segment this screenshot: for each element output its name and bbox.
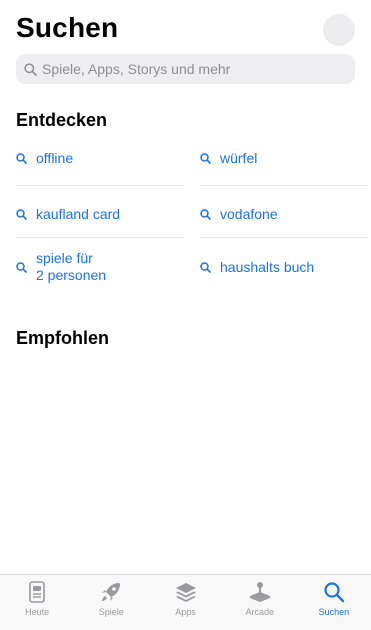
search-field[interactable]	[16, 54, 355, 84]
discover-heading: Entdecken	[16, 110, 108, 130]
tab-games[interactable]: Spiele	[74, 575, 148, 630]
tab-arcade[interactable]: Arcade	[223, 575, 297, 630]
search-input[interactable]	[42, 61, 355, 77]
tab-today[interactable]: Heute	[0, 575, 74, 630]
avatar[interactable]	[323, 14, 355, 46]
search-icon	[24, 62, 37, 76]
suggestion-item[interactable]: würfel	[200, 150, 368, 167]
search-icon	[16, 209, 27, 220]
suggestion-item[interactable]: spiele für 2 personen	[16, 250, 184, 284]
tab-label: Suchen	[318, 607, 350, 617]
tab-label: Spiele	[98, 607, 124, 617]
tab-label: Heute	[25, 607, 50, 617]
suggestion-label: spiele für 2 personen	[36, 250, 107, 283]
divider	[200, 185, 368, 186]
suggestion-label: vodafone	[220, 206, 278, 222]
suggestion-item[interactable]: vodafone	[200, 206, 368, 223]
recommended-heading: Empfohlen	[16, 328, 109, 348]
app-store-search-screen: Suchen Entdecken offline würfel kaufland…	[0, 0, 371, 630]
search-icon	[324, 582, 345, 603]
search-icon	[200, 209, 211, 220]
suggestion-item[interactable]: haushalts buch	[200, 259, 368, 276]
divider	[16, 185, 184, 186]
suggestion-label: würfel	[220, 150, 258, 166]
tab-bar: Heute Spiele Apps Arcade Suchen	[0, 574, 371, 630]
search-icon	[200, 262, 211, 273]
divider	[16, 237, 184, 238]
divider	[200, 237, 368, 238]
rocket-icon	[102, 583, 121, 601]
suggestion-label: kaufland card	[36, 206, 121, 222]
search-icon	[16, 261, 27, 273]
suggestion-item[interactable]: offline	[16, 150, 184, 167]
joystick-icon	[249, 582, 270, 602]
suggestion-item[interactable]: kaufland card	[16, 206, 184, 223]
search-icon	[200, 153, 211, 164]
suggestion-label: haushalts buch	[220, 259, 315, 275]
tab-apps[interactable]: Apps	[148, 575, 222, 630]
page-title: Suchen	[16, 12, 119, 43]
today-icon	[29, 581, 45, 603]
suggestion-label: offline	[36, 150, 74, 166]
tab-label: Arcade	[245, 607, 274, 617]
tab-search[interactable]: Suchen	[297, 575, 371, 630]
search-icon	[16, 153, 27, 164]
tab-label: Apps	[175, 607, 196, 617]
layers-icon	[175, 583, 196, 602]
header: Suchen	[16, 6, 355, 50]
